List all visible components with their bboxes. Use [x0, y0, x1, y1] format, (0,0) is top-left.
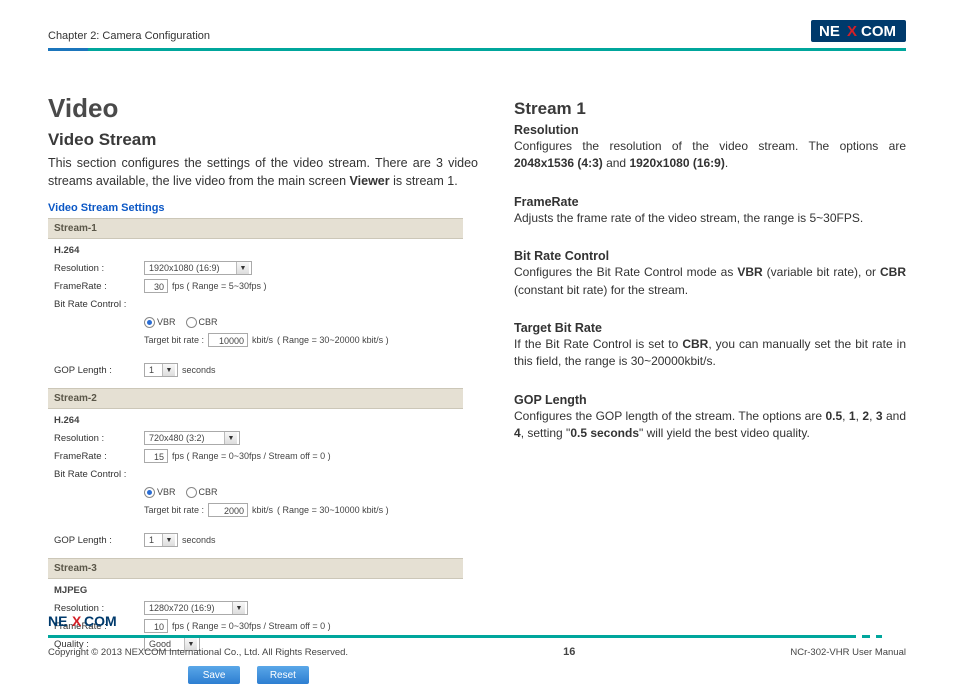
gop-text: Configures the GOP length of the stream.…: [514, 408, 906, 443]
header-rule: [48, 48, 906, 51]
stream1-header: Stream-1: [48, 218, 463, 239]
chapter-label: Chapter 2: Camera Configuration: [48, 30, 210, 42]
stream2-vbr-radio[interactable]: [144, 487, 155, 498]
document-id: NCr-302-VHR User Manual: [790, 647, 906, 658]
stream1-codec: H.264: [54, 245, 457, 256]
stream1-vbr-radio[interactable]: [144, 317, 155, 328]
chevron-down-icon: ▼: [236, 262, 249, 274]
stream2-header: Stream-2: [48, 388, 463, 409]
svg-text:X: X: [72, 613, 82, 629]
label-target: Target bit rate :: [144, 335, 204, 345]
label-bitrate: Bit Rate Control :: [54, 299, 144, 310]
chevron-down-icon: ▼: [162, 364, 175, 376]
framerate-text: Adjusts the frame rate of the video stre…: [514, 210, 906, 227]
stream1-resolution-select[interactable]: 1920x1080 (16:9)▼: [144, 261, 252, 275]
stream2-target-input[interactable]: 2000: [208, 503, 248, 517]
bitrate-heading: Bit Rate Control: [514, 249, 906, 263]
stream2-resolution-select[interactable]: 720x480 (3:2)▼: [144, 431, 240, 445]
svg-text:COM: COM: [84, 613, 117, 629]
brand-logo-footer: NE X COM: [48, 612, 126, 630]
resolution-heading: Resolution: [514, 123, 906, 137]
label-framerate: FrameRate :: [54, 281, 144, 292]
stream1-target-note: ( Range = 30~20000 kbit/s ): [277, 335, 389, 345]
label-resolution: Resolution :: [54, 263, 144, 274]
copyright-text: Copyright © 2013 NEXCOM International Co…: [48, 647, 348, 658]
gop-heading: GOP Length: [514, 393, 906, 407]
label-gop: GOP Length :: [54, 365, 144, 376]
svg-text:COM: COM: [861, 23, 896, 40]
resolution-text: Configures the resolution of the video s…: [514, 138, 906, 173]
chevron-down-icon: ▼: [162, 534, 175, 546]
save-button[interactable]: Save: [188, 666, 240, 684]
stream2-fps-input[interactable]: 15: [144, 449, 168, 463]
brand-logo: NE X COM: [811, 20, 906, 42]
stream3-codec: MJPEG: [54, 585, 457, 596]
chevron-down-icon: ▼: [232, 602, 245, 614]
stream2-cbr-radio[interactable]: [186, 487, 197, 498]
stream3-header: Stream-3: [48, 558, 463, 579]
stream3-fps-input[interactable]: 10: [144, 619, 168, 633]
stream1-fps-input[interactable]: 30: [144, 279, 168, 293]
framerate-heading: FrameRate: [514, 195, 906, 209]
target-bitrate-heading: Target Bit Rate: [514, 321, 906, 335]
svg-text:X: X: [847, 23, 857, 40]
stream1-gop-select[interactable]: 1▼: [144, 363, 178, 377]
stream2-codec: H.264: [54, 415, 457, 426]
page-title: Video: [48, 93, 478, 124]
page-number: 16: [563, 646, 575, 658]
stream1-cbr-radio[interactable]: [186, 317, 197, 328]
section-heading: Video Stream: [48, 130, 478, 150]
stream2-gop-select[interactable]: 1▼: [144, 533, 178, 547]
bitrate-text: Configures the Bit Rate Control mode as …: [514, 264, 906, 299]
svg-text:NE: NE: [48, 613, 67, 629]
svg-text:NE: NE: [819, 23, 840, 40]
stream1-target-input[interactable]: 10000: [208, 333, 248, 347]
stream1-fps-note: fps ( Range = 5~30fps ): [172, 281, 267, 291]
target-bitrate-text: If the Bit Rate Control is set to CBR, y…: [514, 336, 906, 371]
panel-title: Video Stream Settings: [48, 200, 463, 218]
reset-button[interactable]: Reset: [257, 666, 309, 684]
stream3-resolution-select[interactable]: 1280x720 (16:9)▼: [144, 601, 248, 615]
chevron-down-icon: ▼: [224, 432, 237, 444]
footer-rule: [48, 635, 906, 638]
intro-paragraph: This section configures the settings of …: [48, 154, 478, 190]
stream1-heading: Stream 1: [514, 99, 906, 119]
